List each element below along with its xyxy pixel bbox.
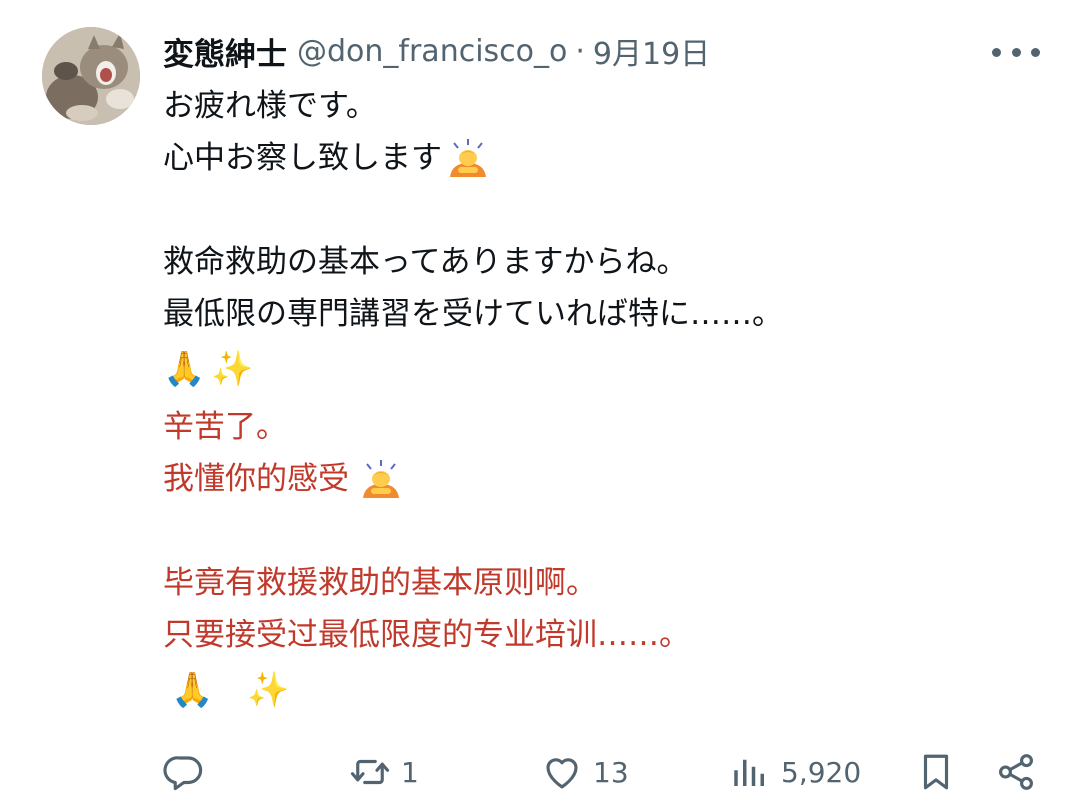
retweet-button[interactable]: 1 [349, 744, 419, 800]
bookmark-icon [923, 754, 949, 790]
views-bar-chart-icon [734, 759, 764, 786]
person-bowing-icon [363, 460, 399, 498]
text-line: 心中お察し致します [163, 140, 442, 176]
reply-button[interactable] [163, 744, 205, 800]
text-line: 只要接受过最低限度的专业培训……。 [163, 617, 690, 653]
more-options-button[interactable] [992, 34, 1040, 70]
bookmark-button[interactable] [915, 744, 957, 800]
emoji-row: 🙏 ✨ [163, 340, 783, 398]
reply-bubble-icon [163, 756, 203, 791]
cat-avatar-image [42, 27, 140, 125]
like-button[interactable]: 13 [541, 744, 629, 800]
more-dots-icon [1031, 47, 1040, 57]
avatar[interactable] [42, 27, 140, 125]
sparkles-emoji: ✨ [211, 349, 254, 389]
text-line: 辛苦了。 [163, 409, 287, 445]
retweet-count: 1 [401, 755, 419, 789]
like-count: 13 [593, 755, 629, 789]
text-line: 救命救助の基本ってありますからね。 [163, 244, 688, 280]
more-dots-icon [1011, 47, 1021, 57]
text-line: 我懂你的感受 [163, 461, 349, 497]
tweet-text-japanese: お疲れ様です。 心中お察し致します 救命救助の基本ってありますからね。 最低限の… [163, 80, 783, 398]
tweet-translation-chinese: 辛苦了。 我懂你的感受 毕竟有救援救助的基本原则啊。 只要接受过最低限度的专业培… [163, 401, 690, 719]
views-button[interactable]: 5,920 [729, 744, 861, 800]
more-dots-icon [992, 47, 1001, 57]
heart-icon [546, 758, 578, 789]
author-handle[interactable]: @don_francisco_o [297, 34, 567, 69]
pray-emoji: 🙏 [163, 349, 206, 389]
tweet: 変態紳士 @don_francisco_o · 9月19日 お疲れ様です。 心中… [0, 0, 1080, 800]
sparkles-emoji: ✨ [247, 670, 290, 710]
text-line: お疲れ様です。 [163, 88, 377, 124]
text-line: 毕竟有救援救助的基本原则啊。 [163, 565, 597, 601]
share-button[interactable] [995, 744, 1037, 800]
text-line: 最低限の専門講習を受けていれば特に……。 [163, 296, 783, 332]
separator-dot: · [575, 33, 585, 69]
views-count: 5,920 [781, 755, 862, 789]
tweet-date[interactable]: 9月19日 [593, 29, 710, 73]
emoji-row: 🙏 ✨ [163, 661, 690, 719]
share-icon [999, 754, 1033, 790]
retweet-arrows-icon [350, 759, 390, 785]
person-bowing-icon [450, 139, 486, 177]
tweet-action-bar: 1 13 5,920 [163, 744, 1038, 800]
text-line-with-emoji: 我懂你的感受 [163, 453, 690, 505]
text-line-with-emoji: 心中お察し致します [163, 132, 783, 184]
pray-emoji: 🙏 [171, 670, 214, 710]
author-name[interactable]: 変態紳士 [163, 29, 287, 74]
tweet-header: 変態紳士 @don_francisco_o · 9月19日 [163, 28, 710, 74]
